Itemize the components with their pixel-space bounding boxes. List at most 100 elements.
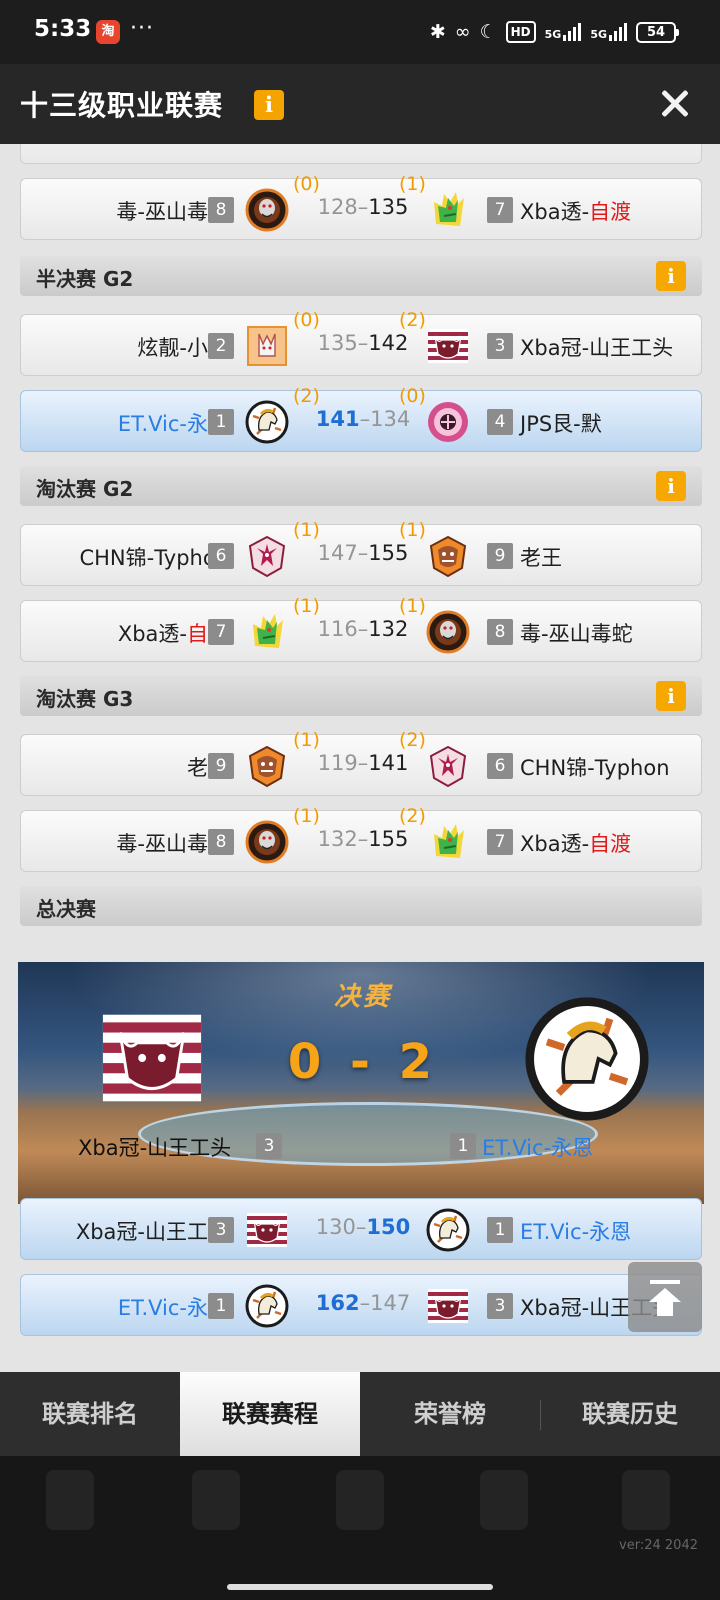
signal-icon-1: 5G — [545, 23, 582, 41]
tab-league-schedule[interactable]: 联赛赛程 — [180, 1372, 360, 1456]
away-seed-badge: 9 — [487, 543, 513, 569]
league-info-icon[interactable]: i — [254, 90, 284, 120]
horse-logo-icon — [524, 996, 650, 1122]
away-seed-badge: 1 — [487, 1217, 513, 1243]
blurred-nav-item — [46, 1470, 94, 1530]
away-team-name: CHN锦-Typhon — [520, 756, 670, 780]
home-seed-badge: 1 — [208, 409, 234, 435]
tab-league-standings[interactable]: 联赛排名 — [0, 1372, 180, 1456]
match-score: 162–147 — [315, 1291, 411, 1315]
info-icon[interactable]: i — [656, 681, 686, 711]
bull-logo-icon — [426, 324, 470, 368]
orange-dinosaur-logo-icon — [245, 744, 289, 788]
away-seed-badge: 7 — [487, 197, 513, 223]
status-bar: 5:33 淘 ··· ✱ ∞ ☾ HD 5G 5G 54 — [0, 0, 720, 64]
link-icon: ∞ — [454, 21, 471, 43]
blurred-nav-item — [192, 1470, 240, 1530]
snake-logo-icon — [245, 188, 289, 232]
home-series-wins: (0) — [293, 173, 320, 195]
finals-series-score: 0 - 2 — [287, 1034, 439, 1090]
page-title: 十三级职业联赛 — [20, 89, 224, 122]
away-score: 141 — [368, 751, 409, 775]
away-team-name: Xba透-自渡 — [520, 200, 632, 224]
schedule-list[interactable]: 毒-巫山毒蛇 8 (0) 128–135 (1) 7 Xba透-自渡 半决赛 G… — [0, 144, 720, 1372]
match-score: 130–150 — [315, 1215, 411, 1239]
horse-logo-icon — [245, 400, 289, 444]
match-card[interactable]: 老王 9 (1) 119–141 (2) 6 CHN锦-Typhon — [20, 729, 702, 796]
tab-honor-roll[interactable]: 荣誉榜 — [360, 1372, 540, 1456]
signal-icon-2: 5G — [590, 23, 627, 41]
away-series-wins: (2) — [399, 309, 426, 331]
status-icons: ✱ ∞ ☾ HD 5G 5G 54 — [429, 18, 679, 46]
away-score: 155 — [368, 827, 409, 851]
match-card-highlighted[interactable]: ET.Vic-永恩 1 (2) 141–134 (0) 4 JPS艮-默 — [20, 385, 702, 452]
status-time: 5:33 — [34, 16, 92, 42]
snake-logo-icon — [245, 820, 289, 864]
scroll-top-icon — [650, 1280, 680, 1284]
match-card-partial[interactable] — [20, 144, 702, 164]
finals-away-seed-badge: 1 — [450, 1133, 476, 1159]
battery-icon: 54 — [636, 21, 679, 43]
section-title: 半决赛 G2 — [36, 267, 134, 291]
match-card[interactable]: 毒-巫山毒蛇 8 (0) 128–135 (1) 7 Xba透-自渡 — [20, 173, 702, 240]
match-card[interactable]: CHN锦-Typhon 6 (1) 147–155 (1) 9 老王 — [20, 519, 702, 586]
away-score: 134 — [370, 407, 411, 431]
away-team-name: Xba冠-山王工头 — [520, 336, 674, 360]
blurred-nav-item — [336, 1470, 384, 1530]
scroll-to-top-button[interactable] — [628, 1262, 702, 1332]
away-seed-badge: 8 — [487, 619, 513, 645]
match-score: 135–142 — [317, 331, 409, 355]
away-score: 132 — [368, 617, 409, 641]
away-score: 150 — [366, 1215, 411, 1239]
away-team-name: 老王 — [520, 546, 562, 570]
home-series-wins: (1) — [293, 729, 320, 751]
finals-home-team-name: Xba冠-山王工头 — [78, 1136, 232, 1160]
home-seed-badge: 8 — [208, 829, 234, 855]
match-card-highlighted[interactable]: ET.Vic-永恩 1 162–147 3 Xba冠-山王工头 — [20, 1274, 702, 1336]
home-team-name: Xba冠-山王工头 — [75, 1220, 229, 1244]
home-score: 162 — [315, 1291, 360, 1315]
away-team-name: Xba透-自渡 — [520, 832, 632, 856]
close-button[interactable] — [650, 78, 700, 128]
finals-banner[interactable]: 决赛 0 - 2 Xba冠-山王工头 3 1 ET.Vic-永恩 — [18, 962, 704, 1204]
home-series-wins: (1) — [293, 805, 320, 827]
section-title: 总决赛 — [36, 897, 96, 921]
section-header-finals: 总决赛 — [20, 886, 702, 926]
home-series-wins: (0) — [293, 309, 320, 331]
away-team-name: JPS艮-默 — [520, 412, 602, 436]
match-card[interactable]: 炫靓-小李 2 (0) 135–142 (2) 3 Xba冠-山王工头 — [20, 309, 702, 376]
finals-title: 决赛 — [333, 982, 392, 1012]
home-score: 119 — [317, 751, 358, 775]
info-icon[interactable]: i — [656, 261, 686, 291]
away-series-wins: (1) — [399, 519, 426, 541]
horse-logo-icon — [245, 1284, 289, 1328]
blurred-navigation-area: ver:24 2042 — [0, 1456, 720, 1600]
home-series-wins: (1) — [293, 595, 320, 617]
match-score: 147–155 — [317, 541, 409, 565]
match-card[interactable]: 毒-巫山毒蛇 8 (1) 132–155 (2) 7 Xba透-自渡 — [20, 805, 702, 872]
bluetooth-icon: ✱ — [429, 21, 446, 43]
moon-icon: ☾ — [479, 21, 497, 43]
away-score: 142 — [368, 331, 409, 355]
home-seed-badge: 2 — [208, 333, 234, 359]
away-score: 135 — [368, 195, 409, 219]
section-header-elimination-g3: 淘汰赛 G3 i — [20, 676, 702, 716]
tab-league-history[interactable]: 联赛历史 — [540, 1372, 720, 1456]
match-card-highlighted[interactable]: Xba冠-山王工头 3 130–150 1 ET.Vic-永恩 — [20, 1198, 702, 1260]
info-icon[interactable]: i — [656, 471, 686, 501]
home-seed-badge: 9 — [208, 753, 234, 779]
match-score: 119–141 — [317, 751, 409, 775]
home-indicator[interactable] — [227, 1584, 493, 1590]
section-title: 淘汰赛 G3 — [36, 687, 134, 711]
home-team-name: CHN锦-Typhon — [79, 546, 229, 570]
finals-home-seed-badge: 3 — [256, 1133, 282, 1159]
match-card[interactable]: Xba透-自渡 7 (1) 116–132 (1) 8 毒-巫山毒蛇 — [20, 595, 702, 662]
away-seed-badge: 6 — [487, 753, 513, 779]
away-series-wins: (0) — [399, 385, 426, 407]
home-score: 132 — [317, 827, 358, 851]
away-series-wins: (2) — [399, 805, 426, 827]
signal-label-2: 5G — [590, 28, 607, 41]
snake-logo-icon — [426, 610, 470, 654]
away-series-wins: (1) — [399, 595, 426, 617]
away-seed-badge: 4 — [487, 409, 513, 435]
